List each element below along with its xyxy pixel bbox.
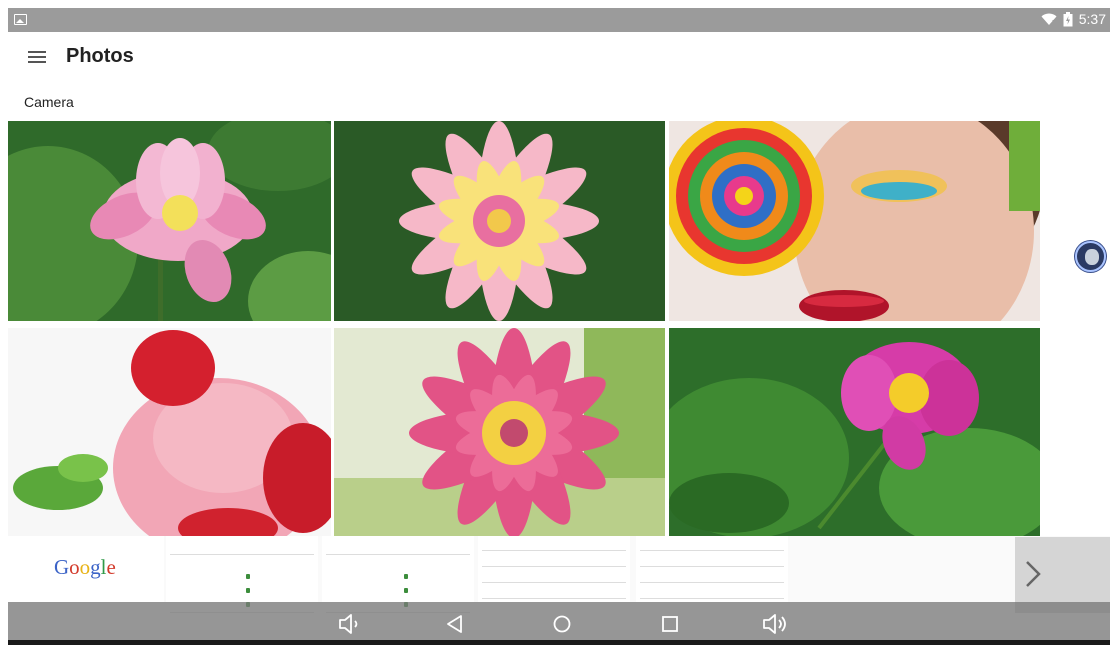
pink-lotus-photo[interactable] <box>8 121 331 321</box>
battery-icon <box>1063 11 1073 26</box>
lollipop-woman-photo[interactable] <box>669 121 1040 321</box>
volume-up-button[interactable] <box>754 602 798 645</box>
volume-down-button[interactable] <box>328 602 372 645</box>
recents-button[interactable] <box>648 602 692 645</box>
volume-down-icon <box>339 613 358 634</box>
status-time: 5:37 <box>1078 11 1106 27</box>
avatar[interactable] <box>1075 241 1106 272</box>
back-icon <box>447 614 462 633</box>
nav-bar-bottom-edge <box>8 640 1110 645</box>
status-bar: 5:37 <box>8 8 1110 32</box>
status-icons: 5:37 <box>1041 11 1106 27</box>
pink-yellow-dahlia-photo[interactable] <box>334 121 665 321</box>
wifi-icon <box>1041 13 1057 25</box>
chevron-right-icon <box>1026 561 1041 587</box>
google-logo: Google <box>54 555 116 580</box>
home-button[interactable] <box>540 602 584 645</box>
google-logo-letter: o <box>69 555 80 579</box>
magenta-peony-photo[interactable] <box>669 328 1040 536</box>
pink-water-lily-photo[interactable] <box>334 328 665 536</box>
google-logo-letter: g <box>90 555 101 579</box>
app-header: Photos <box>0 36 1110 80</box>
back-button[interactable] <box>433 602 477 645</box>
google-logo-letter: e <box>106 555 116 579</box>
strawberry-ice-cream-photo[interactable] <box>8 328 331 536</box>
recents-icon <box>662 615 678 632</box>
section-label-camera: Camera <box>24 94 74 110</box>
home-icon <box>553 615 571 632</box>
page-title: Photos <box>66 45 134 67</box>
gallery-notification-icon <box>14 14 27 25</box>
hamburger-menu-icon[interactable] <box>28 48 50 66</box>
google-logo-letter: o <box>79 555 91 579</box>
google-logo-letter: G <box>54 555 70 579</box>
navigation-bar <box>8 602 1110 645</box>
volume-up-icon <box>763 613 786 634</box>
